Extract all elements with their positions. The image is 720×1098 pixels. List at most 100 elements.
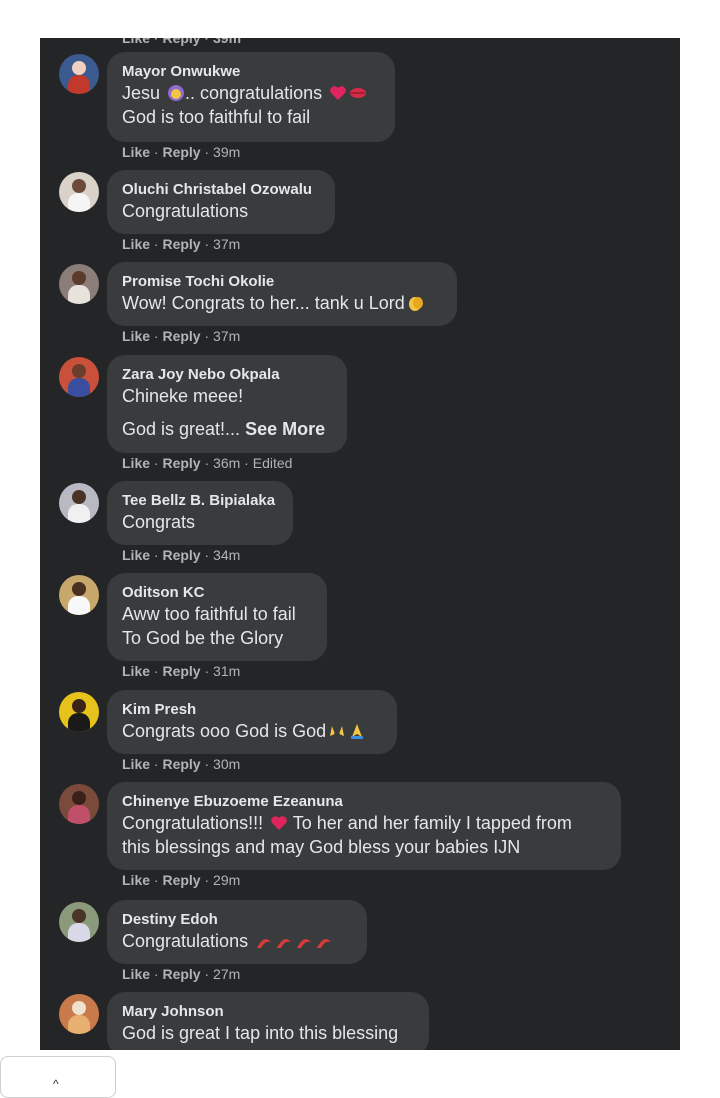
comment-text: Chineke meee! xyxy=(122,386,244,406)
edited-label[interactable]: Edited xyxy=(253,455,293,471)
comment-actions: Like · Reply · 31m xyxy=(122,663,241,679)
commenter-name[interactable]: Zara Joy Nebo Okpala xyxy=(122,365,332,384)
comment-bubble: Tee Bellz B. Bipialaka Congrats xyxy=(107,481,293,545)
avatar[interactable] xyxy=(59,264,99,304)
commenter-name[interactable]: Kim Presh xyxy=(122,700,382,719)
comment-timestamp[interactable]: 27m xyxy=(213,966,240,982)
like-link[interactable]: Like xyxy=(122,547,150,563)
chevron-up-icon: ^ xyxy=(53,1077,59,1091)
commenter-name[interactable]: Mayor Onwukwe xyxy=(122,62,380,81)
comment-text: God is too faithful to fail xyxy=(122,107,311,127)
comment-bubble: Mayor Onwukwe Jesu .. congratulations Go… xyxy=(107,52,395,142)
comment-timestamp[interactable]: 36m xyxy=(213,455,240,471)
comment-timestamp[interactable]: 34m xyxy=(213,547,240,563)
avatar-head-shape xyxy=(72,364,86,378)
comment-text: Wow! Congrats to her... tank u Lord xyxy=(122,291,442,315)
reply-link[interactable]: Reply xyxy=(162,663,200,679)
avatar[interactable] xyxy=(59,784,99,824)
avatar-head-shape xyxy=(72,179,86,193)
red-heart-icon xyxy=(329,84,347,102)
avatar-head-shape xyxy=(72,909,86,923)
comment-text: this blessings and may God bless your ba… xyxy=(122,837,521,857)
comment-bubble: Oluchi Christabel Ozowalu Congratulation… xyxy=(107,170,335,234)
avatar[interactable] xyxy=(59,994,99,1034)
kiss-mark-icon xyxy=(349,84,367,102)
avatar-body-shape xyxy=(68,285,90,304)
comment-actions: Like · Reply · 27m xyxy=(122,966,241,982)
see-more-link[interactable]: See More xyxy=(245,419,325,439)
reply-link[interactable]: Reply xyxy=(162,236,200,252)
comment-actions: Like · Reply · 37m xyxy=(122,236,241,252)
comment-bubble: Destiny Edoh Congratulations xyxy=(107,900,367,964)
comment-text: Aww too faithful to fail xyxy=(122,604,296,624)
comment-text: Congratulations!!! To her and her family… xyxy=(122,813,572,833)
comment-text: To God be the Glory xyxy=(122,628,284,648)
commenter-name[interactable]: Oditson KC xyxy=(122,583,312,602)
avatar-body-shape xyxy=(68,75,90,94)
avatar[interactable] xyxy=(59,575,99,615)
commenter-name[interactable]: Tee Bellz B. Bipialaka xyxy=(122,491,278,510)
like-link[interactable]: Like xyxy=(122,966,150,982)
avatar[interactable] xyxy=(59,692,99,732)
avatar-head-shape xyxy=(72,791,86,805)
reply-link[interactable]: Reply xyxy=(162,547,200,563)
like-link[interactable]: Like xyxy=(122,236,150,252)
avatar-head-shape xyxy=(72,1001,86,1015)
like-link[interactable]: Like xyxy=(122,455,150,471)
reply-link[interactable]: Reply xyxy=(162,966,200,982)
avatar-body-shape xyxy=(68,1015,90,1034)
avatar[interactable] xyxy=(59,902,99,942)
commenter-name[interactable]: Mary Johnson xyxy=(122,1002,414,1021)
comment-timestamp[interactable]: 29m xyxy=(213,872,240,888)
comment-bubble: Kim Presh Congrats ooo God is God xyxy=(107,690,397,754)
like-link[interactable]: Like xyxy=(122,756,150,772)
comment-actions: Like · Reply · 36m · Edited xyxy=(122,455,293,471)
comment-timestamp[interactable]: 30m xyxy=(213,756,240,772)
comment-bubble: Promise Tochi Okolie Wow! Congrats to he… xyxy=(107,262,457,326)
avatar[interactable] xyxy=(59,172,99,212)
reply-link[interactable]: Reply xyxy=(162,328,200,344)
like-link[interactable]: Like xyxy=(122,872,150,888)
comment-text: Congratulations xyxy=(122,929,352,953)
comment-actions: Like · Reply · 37m xyxy=(122,328,241,344)
like-link[interactable]: Like xyxy=(122,328,150,344)
avatar[interactable] xyxy=(59,357,99,397)
red-heart-icon xyxy=(270,814,288,832)
avatar-head-shape xyxy=(72,490,86,504)
scroll-up-tab[interactable]: ^ xyxy=(0,1056,116,1098)
dancer-icon xyxy=(315,932,333,950)
comment-timestamp[interactable]: 37m xyxy=(213,328,240,344)
comment-actions: Like · Reply · 29m xyxy=(122,872,241,888)
dancer-icon xyxy=(275,932,293,950)
comment-timestamp[interactable]: 37m xyxy=(213,236,240,252)
comment-bubble: Mary Johnson God is great I tap into thi… xyxy=(107,992,429,1050)
commenter-name[interactable]: Chinenye Ebuzoeme Ezeanuna xyxy=(122,792,606,811)
commenter-name[interactable]: Destiny Edoh xyxy=(122,910,352,929)
avatar-body-shape xyxy=(68,504,90,523)
reply-link[interactable]: Reply xyxy=(162,872,200,888)
commenter-name[interactable]: Oluchi Christabel Ozowalu xyxy=(122,180,320,199)
comments-panel: Like · Reply · 39m Mayor Onwukwe Jesu ..… xyxy=(40,38,680,1050)
comment-bubble: Chinenye Ebuzoeme Ezeanuna Congratulatio… xyxy=(107,782,621,870)
comment-text: Jesu .. congratulations xyxy=(122,81,380,105)
like-link[interactable]: Like xyxy=(122,663,150,679)
avatar-body-shape xyxy=(68,923,90,942)
commenter-name[interactable]: Promise Tochi Okolie xyxy=(122,272,442,291)
comment-timestamp[interactable]: 39m xyxy=(213,144,240,160)
like-link[interactable]: Like xyxy=(122,144,150,160)
avatar-body-shape xyxy=(68,596,90,615)
reply-link[interactable]: Reply xyxy=(162,455,200,471)
folded-hands-icon xyxy=(348,722,366,740)
avatar-body-shape xyxy=(68,805,90,824)
avatar[interactable] xyxy=(59,483,99,523)
comment-text: Congrats xyxy=(122,512,196,532)
reply-link[interactable]: Reply xyxy=(162,144,200,160)
comment-timestamp[interactable]: 31m xyxy=(213,663,240,679)
comment-text: Congrats ooo God is God xyxy=(122,719,382,743)
reply-link[interactable]: Reply xyxy=(162,756,200,772)
avatar-body-shape xyxy=(68,378,90,397)
avatar-head-shape xyxy=(72,699,86,713)
avatar-head-shape xyxy=(72,61,86,75)
avatar[interactable] xyxy=(59,54,99,94)
comment-actions: Like · Reply · 39m xyxy=(122,144,241,160)
